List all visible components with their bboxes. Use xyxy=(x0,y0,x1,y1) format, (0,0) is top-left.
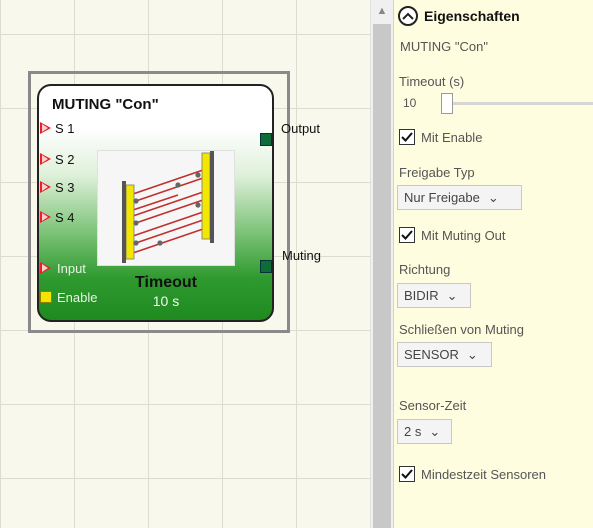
schliessen-von-muting-label: Schließen von Muting xyxy=(399,322,525,337)
checkmark-icon xyxy=(401,132,413,142)
chevron-down-icon: ⌄ xyxy=(429,423,441,439)
mit-muting-out-checkbox[interactable] xyxy=(399,227,415,243)
panel-subtitle: MUTING "Con" xyxy=(400,39,488,54)
mit-muting-out-checkbox-row[interactable]: Mit Muting Out xyxy=(399,227,506,243)
input-label-s3: S 3 xyxy=(55,180,75,195)
sensor-zeit-value: 2 s xyxy=(404,424,422,439)
input-pin-input[interactable] xyxy=(40,262,51,274)
input-label-s2: S 2 xyxy=(55,152,75,167)
block-timeout-label: Timeout xyxy=(135,274,197,291)
block-title: MUTING "Con" xyxy=(52,96,159,113)
panel-header: Eigenschaften xyxy=(398,6,520,26)
enable-label: Enable xyxy=(57,290,98,305)
canvas-vertical-scrollbar[interactable]: ▲ xyxy=(370,0,393,528)
freigabe-typ-value: Nur Freigabe xyxy=(404,190,480,205)
output-label-muting: Muting xyxy=(282,248,322,263)
mindestzeit-sensoren-checkbox[interactable] xyxy=(399,466,415,482)
block-timeout-value: 10 s xyxy=(152,293,180,309)
input-pin-s4[interactable] xyxy=(40,211,51,223)
properties-panel: Eigenschaften MUTING "Con" Timeout (s) 1… xyxy=(393,0,593,528)
mindestzeit-sensoren-label: Mindestzeit Sensoren xyxy=(421,466,547,482)
mindestzeit-sensoren-checkbox-row[interactable]: Mindestzeit Sensoren xyxy=(399,466,546,482)
input-pin-s3[interactable] xyxy=(40,181,51,193)
richtung-value: BIDIR xyxy=(404,288,439,303)
input-label-s4: S 4 xyxy=(55,210,75,225)
scroll-up-arrow-icon[interactable]: ▲ xyxy=(371,4,393,18)
sensor-zeit-dropdown[interactable]: 2 s ⌄ xyxy=(397,419,452,444)
collapse-chevron-up-icon[interactable] xyxy=(398,6,418,26)
freigabe-typ-label: Freigabe Typ xyxy=(399,165,475,180)
input-pin-s1[interactable] xyxy=(40,122,51,134)
sensor-zeit-label: Sensor-Zeit xyxy=(399,398,467,413)
checkmark-icon xyxy=(401,230,413,240)
mit-muting-out-label: Mit Muting Out xyxy=(421,227,506,243)
chevron-down-icon: ⌄ xyxy=(487,189,499,205)
mit-enable-label: Mit Enable xyxy=(421,129,483,145)
richtung-dropdown[interactable]: BIDIR ⌄ xyxy=(397,283,471,308)
freigabe-typ-dropdown[interactable]: Nur Freigabe ⌄ xyxy=(397,185,522,210)
richtung-label: Richtung xyxy=(399,262,451,277)
timeout-label: Timeout (s) xyxy=(399,74,465,89)
diagram-canvas[interactable]: MUTING "Con" S 1 S 2 S 3 S 4 Input Enabl… xyxy=(0,0,370,528)
mit-enable-checkbox[interactable] xyxy=(399,129,415,145)
enable-pin[interactable] xyxy=(40,291,52,303)
chevron-down-icon: ⌄ xyxy=(446,287,458,303)
panel-title: Eigenschaften xyxy=(424,8,520,24)
checkmark-icon xyxy=(401,469,413,479)
output-label-output: Output xyxy=(281,121,321,136)
output-pin-output[interactable] xyxy=(260,133,272,146)
light-curtain-icon xyxy=(122,151,214,263)
schliessen-von-muting-dropdown[interactable]: SENSOR ⌄ xyxy=(397,342,492,367)
input-pin-s2[interactable] xyxy=(40,153,51,165)
timeout-slider-track[interactable] xyxy=(452,102,593,105)
chevron-down-icon: ⌄ xyxy=(466,346,478,362)
input-label-s1: S 1 xyxy=(55,121,75,136)
timeout-slider-handle[interactable] xyxy=(441,93,453,114)
output-pin-muting[interactable] xyxy=(260,260,272,273)
light-curtain-image xyxy=(97,150,235,266)
timeout-value: 10 xyxy=(403,96,417,110)
scrollbar-thumb[interactable] xyxy=(373,24,391,528)
input-label-input: Input xyxy=(57,261,86,276)
schliessen-von-muting-value: SENSOR xyxy=(404,347,459,362)
mit-enable-checkbox-row[interactable]: Mit Enable xyxy=(399,129,482,145)
